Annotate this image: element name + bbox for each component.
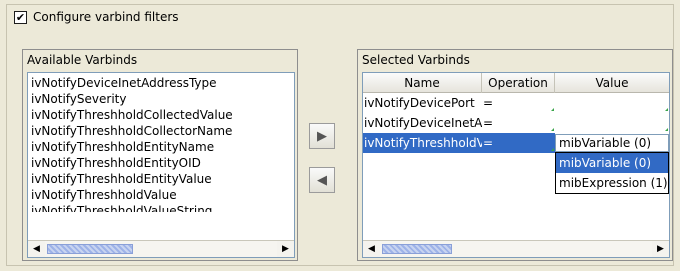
- list-item[interactable]: ivNotifyThreshholdValue: [28, 187, 294, 203]
- list-item[interactable]: ivNotifyThreshholdEntityOID: [28, 155, 294, 171]
- scroll-thumb[interactable]: [382, 244, 452, 254]
- column-header-operation[interactable]: Operation: [482, 73, 555, 93]
- edit-marker-icon: [551, 108, 554, 111]
- scroll-track[interactable]: [380, 241, 652, 257]
- remove-varbind-button[interactable]: ◀: [309, 167, 335, 193]
- edit-marker-icon: [551, 128, 554, 131]
- cell-name[interactable]: ivNotifyThreshholdValue: [363, 133, 482, 153]
- scroll-thumb[interactable]: [47, 244, 133, 254]
- arrow-left-icon: ◀: [317, 172, 327, 188]
- value-options-popup: mibVariable (0) mibExpression (1): [555, 152, 669, 194]
- cell-name[interactable]: ivNotifyDevicePort: [363, 93, 482, 113]
- option-mib-variable[interactable]: mibVariable (0): [556, 153, 668, 173]
- available-varbinds-title: Available Varbinds: [27, 53, 138, 67]
- selected-varbinds-title: Selected Varbinds: [362, 53, 470, 67]
- cell-value[interactable]: [555, 113, 669, 133]
- column-header-name[interactable]: Name: [363, 73, 482, 93]
- table-header: Name Operation Value: [363, 73, 669, 93]
- value-editor-combobox[interactable]: mibVariable (0): [555, 134, 669, 152]
- list-item[interactable]: ivNotifySeverity: [28, 91, 294, 107]
- available-horizontal-scrollbar[interactable]: ◀ ▶: [28, 240, 294, 257]
- table-row[interactable]: ivNotifyDevicePort =: [363, 93, 669, 113]
- arrow-right-icon: ▶: [317, 128, 327, 144]
- configure-varbind-row[interactable]: ✔ Configure varbind filters: [14, 9, 179, 25]
- list-item[interactable]: ivNotifyThreshholdValueString: [28, 203, 294, 212]
- edit-marker-icon: [665, 128, 668, 131]
- scroll-right-icon[interactable]: ▶: [277, 241, 294, 257]
- option-mib-expression[interactable]: mibExpression (1): [556, 173, 668, 193]
- cell-name[interactable]: ivNotifyDeviceInetAddress: [363, 113, 482, 133]
- available-varbinds-list[interactable]: ivNotifyDeviceInetAddressType ivNotifySe…: [27, 72, 295, 258]
- list-item[interactable]: ivNotifyThreshholdCollectedValue: [28, 107, 294, 123]
- cell-value[interactable]: [555, 93, 669, 113]
- table-row[interactable]: ivNotifyDeviceInetAddress =: [363, 113, 669, 133]
- configure-varbind-checkbox[interactable]: ✔: [14, 10, 27, 24]
- cell-operation[interactable]: =: [482, 93, 555, 113]
- selected-horizontal-scrollbar[interactable]: ◀ ▶: [363, 240, 669, 257]
- edit-marker-icon: [665, 108, 668, 111]
- scroll-right-icon[interactable]: ▶: [652, 241, 669, 257]
- add-varbind-button[interactable]: ▶: [309, 123, 335, 149]
- configure-varbind-label: Configure varbind filters: [33, 10, 179, 24]
- selected-varbinds-table[interactable]: Name Operation Value ivNotifyDevicePort …: [362, 72, 670, 258]
- available-varbinds-group: Available Varbinds ivNotifyDeviceInetAdd…: [22, 49, 298, 261]
- scroll-left-icon[interactable]: ◀: [363, 241, 380, 257]
- list-item[interactable]: ivNotifyThreshholdEntityName: [28, 139, 294, 155]
- selected-varbinds-group: Selected Varbinds Name Operation Value i…: [357, 49, 673, 261]
- list-item[interactable]: ivNotifyThreshholdCollectorName: [28, 123, 294, 139]
- list-item[interactable]: ivNotifyThreshholdEntityValue: [28, 171, 294, 187]
- scroll-track[interactable]: [45, 241, 277, 257]
- cell-operation[interactable]: =: [482, 133, 555, 153]
- cell-operation[interactable]: =: [482, 113, 555, 133]
- list-item[interactable]: ivNotifyDeviceInetAddressType: [28, 75, 294, 91]
- scroll-left-icon[interactable]: ◀: [28, 241, 45, 257]
- edit-marker-icon: [551, 148, 554, 151]
- column-header-value[interactable]: Value: [555, 73, 669, 93]
